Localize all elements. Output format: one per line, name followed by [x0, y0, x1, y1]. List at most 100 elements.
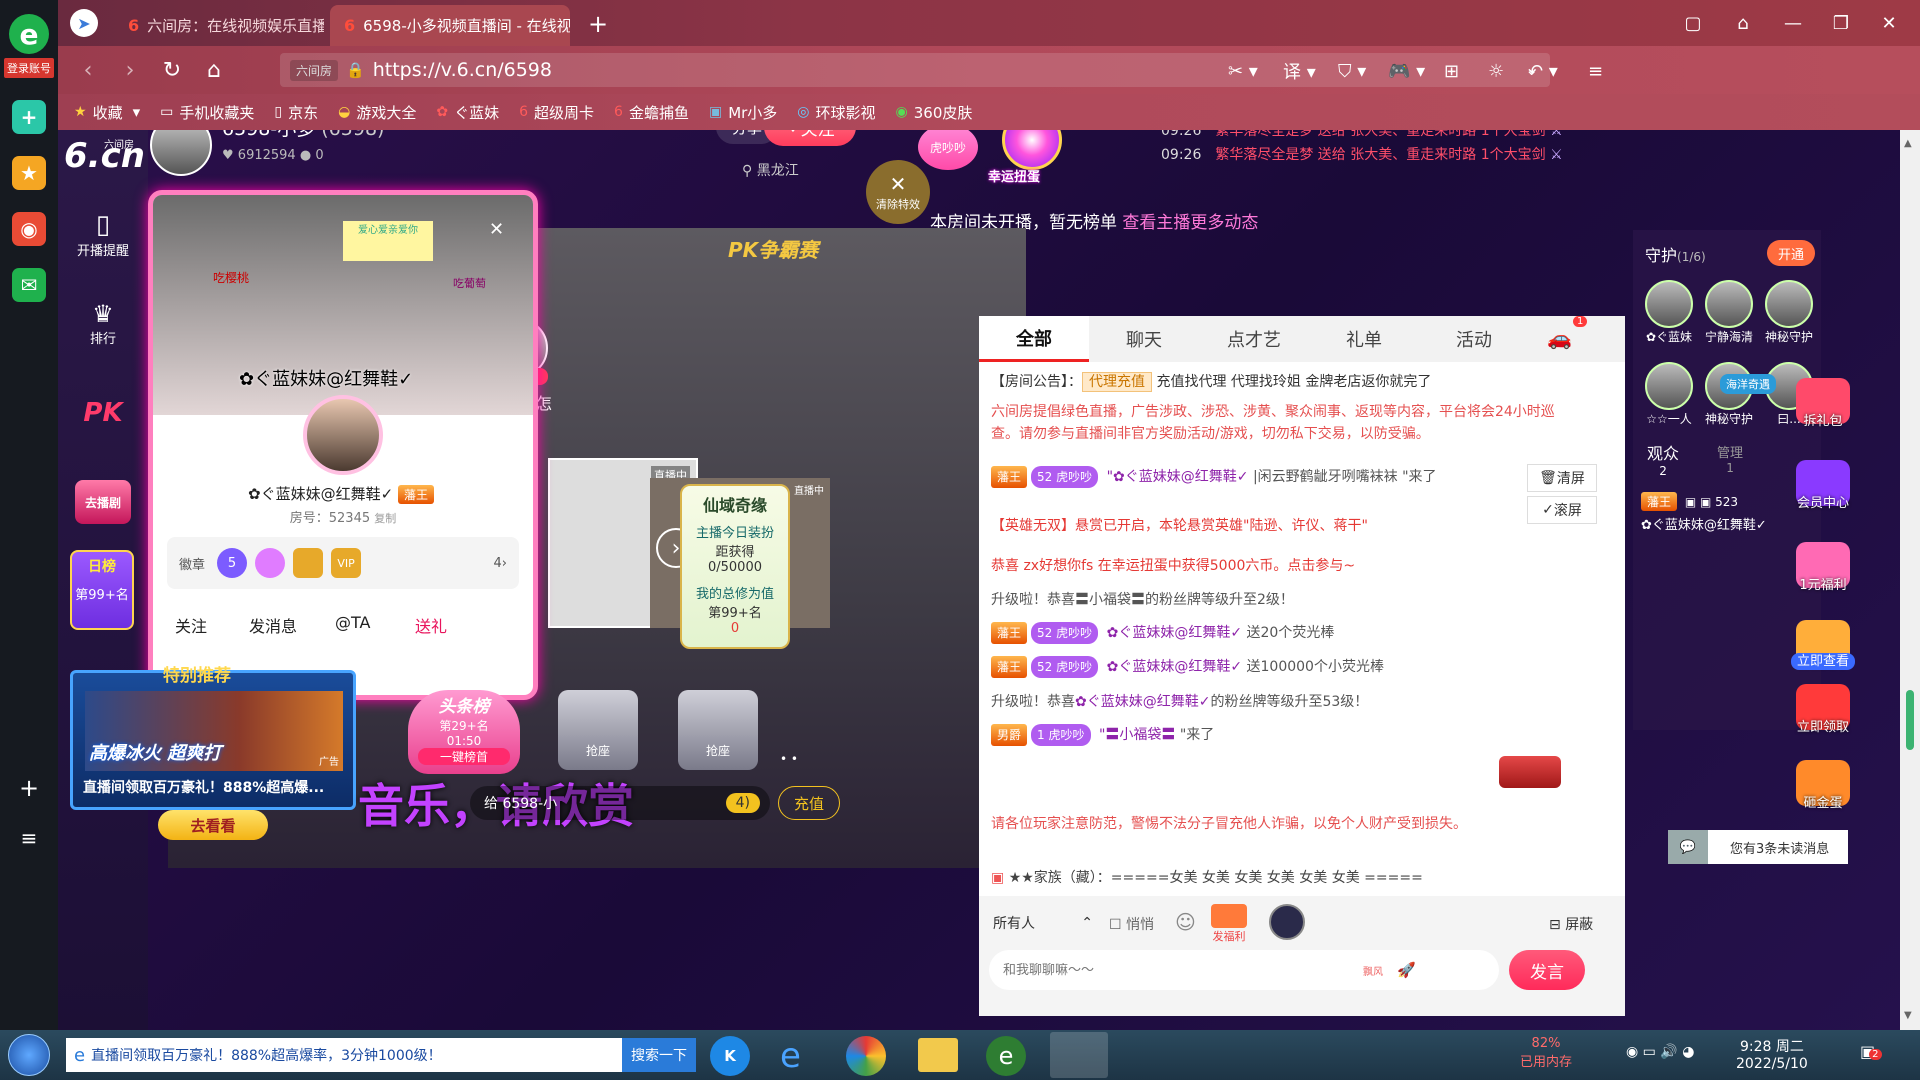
clear-effect-button[interactable]: ✕ 清除特效 [866, 160, 930, 224]
bookmark-item[interactable]: ◒ 游戏大全 [338, 102, 416, 123]
clock[interactable]: 9:28 周二 2022/5/10 [1736, 1036, 1808, 1072]
gift-target-bar[interactable]: 给 6598-小 4) [470, 786, 770, 820]
card-gift-button[interactable]: 送礼 [415, 613, 447, 637]
pk-button[interactable]: PK [58, 398, 148, 428]
forward-icon[interactable]: › [116, 56, 144, 84]
tab-liujianfang[interactable]: 6 六间房：在线视频娱乐直播平 [114, 5, 324, 46]
send-button[interactable]: 发言 [1509, 950, 1585, 990]
planet-icon[interactable] [1269, 904, 1305, 940]
tiger-badge[interactable]: 虎吵吵 [918, 130, 978, 170]
bookmark-item[interactable]: ★ 收藏 ▾ [74, 102, 140, 123]
right-badge-5[interactable]: 立即领取 [1783, 684, 1863, 735]
unread-bar[interactable]: 💬 您有3条未读消息 [1668, 830, 1848, 864]
new-tab-icon[interactable]: + [588, 10, 608, 38]
right-badge-1[interactable]: 会员中心 [1783, 460, 1863, 511]
mail-icon[interactable]: ✉ [12, 268, 46, 302]
recharge-button[interactable]: 充值 [778, 786, 840, 820]
k-app-icon[interactable]: K [710, 1036, 750, 1076]
bookmark-item[interactable]: ▯ 京东 [274, 102, 318, 123]
clear-screen-button[interactable]: 🗑 清屏 [1527, 464, 1597, 492]
start-button[interactable] [8, 1034, 50, 1076]
seat-1[interactable]: 抢座 [558, 690, 638, 770]
follow-button[interactable]: ♥ 关注 [764, 130, 856, 146]
back-icon[interactable]: ‹ [74, 56, 102, 84]
bookmark-item[interactable]: 6 金蟾捕鱼 [614, 102, 689, 123]
bookmark-item[interactable]: 6 超级周卡 [519, 102, 594, 123]
guard-member[interactable]: 神秘守护 [1759, 280, 1819, 345]
notification-icon[interactable]: ▣2 [1860, 1042, 1882, 1061]
folder-icon[interactable] [918, 1038, 958, 1072]
scroll-thumb[interactable] [1906, 690, 1914, 750]
rank-button[interactable]: ♛ 排行 [58, 300, 148, 347]
url-text[interactable]: https://v.6.cn/6598 [373, 59, 552, 81]
scroll-screen-button[interactable]: ✓ 滚屏 [1527, 496, 1597, 524]
badge-row[interactable]: 徽章 5 VIP 4 › [167, 537, 519, 589]
browser-logo-icon[interactable]: e [9, 14, 49, 54]
translate-icon[interactable]: 译 ▾ [1283, 58, 1316, 84]
ie-icon[interactable]: e [780, 1036, 801, 1076]
bookmark-item[interactable]: ✿ ぐ蓝妹 [436, 102, 499, 123]
undo-icon[interactable]: ↶ ▾ [1528, 58, 1558, 84]
lucky-egg-icon[interactable] [1002, 130, 1062, 170]
chat-tab-3[interactable]: 礼单 [1309, 316, 1419, 362]
promo-panel[interactable]: 特别推荐 高爆冰火 超爽打 广告 直播间领取百万豪礼！888%超高爆... [70, 666, 356, 810]
headline-badge[interactable]: 头条榜 第29+名 01:50 一键榜首 [408, 690, 520, 774]
target-select[interactable]: 所有人 ⌃ [993, 908, 1093, 938]
bookmark-item[interactable]: ◎ 环球影视 [797, 102, 875, 123]
chat-tab-0[interactable]: 全部 [979, 316, 1089, 362]
chat-text-field[interactable] [1003, 962, 1363, 978]
shirt-icon[interactable]: ⌂ [1728, 8, 1758, 38]
open-guard-button[interactable]: 开通 [1767, 240, 1815, 266]
car-icon[interactable]: 🚗 1 [1547, 316, 1597, 352]
guard-member[interactable]: ✿ぐ蓝妹 [1639, 280, 1699, 345]
go-see-button[interactable]: 去看看 [158, 810, 268, 840]
chat-tab-2[interactable]: 点才艺 [1199, 316, 1309, 362]
navigate-icon[interactable]: ➤ [70, 9, 98, 37]
block-button[interactable]: ⊟ 屏蔽 [1549, 914, 1593, 934]
card-message-button[interactable]: 发消息 [249, 613, 297, 637]
reload-icon[interactable]: ↻ [158, 56, 186, 84]
minimize-icon[interactable]: — [1778, 8, 1808, 38]
tab-6598[interactable]: 6 6598-小多视频直播间 - 在线视 ✕ [330, 5, 570, 46]
more-link[interactable]: 查看主播更多动态 [1122, 213, 1258, 233]
tray-icons[interactable]: ◉ ▭ 🔊 ◕ [1626, 1044, 1694, 1060]
home-icon[interactable]: ⌂ [200, 56, 228, 84]
brightness-icon[interactable]: ☼ [1488, 58, 1504, 84]
card-avatar[interactable] [303, 395, 383, 475]
cut-icon[interactable]: ✂ ▾ [1228, 58, 1258, 84]
360-browser-icon[interactable]: e [986, 1036, 1026, 1076]
rocket2-icon[interactable]: 🚀 [1397, 961, 1416, 979]
bookmark-item[interactable]: ◉ 360皮肤 [896, 102, 973, 123]
right-badge-4[interactable]: 立即查看 [1783, 650, 1863, 670]
drama-button[interactable]: 去播剧 [58, 480, 148, 524]
whisper-checkbox[interactable]: ☐ 悄悄 [1109, 914, 1154, 934]
tab-admins[interactable]: 管理 1 [1717, 442, 1743, 475]
chat-tab-1[interactable]: 聊天 [1089, 316, 1199, 362]
top-button[interactable]: 一键榜首 [418, 748, 510, 765]
active-app-icon[interactable] [1050, 1032, 1108, 1078]
restore-icon[interactable]: ❐ [1826, 8, 1856, 38]
plus-app-icon[interactable]: + [12, 100, 46, 134]
login-button[interactable]: 登录账号 [4, 58, 54, 78]
anchor-avatar[interactable] [150, 130, 212, 176]
star-app-icon[interactable]: ★ [12, 156, 46, 190]
close-window-icon[interactable]: ✕ [1874, 8, 1904, 38]
news-ticker[interactable]: e 直播间领取百万豪礼！888%超高爆率，3分钟1000级！ [66, 1038, 622, 1072]
page-scrollbar[interactable]: ▲ ▼ [1900, 130, 1920, 1030]
fuli-button[interactable]: 发福利 [1211, 904, 1247, 944]
right-badge-2[interactable]: 1元福利 [1783, 542, 1863, 593]
grid-icon[interactable]: ⊞ [1444, 58, 1459, 84]
right-badge-0[interactable]: 拆礼包 [1783, 378, 1863, 429]
guard-member[interactable]: 宁静海清 [1699, 280, 1759, 345]
bookmark-item[interactable]: ▣ Mr小多 [709, 102, 777, 123]
card-at-button[interactable]: @TA [335, 613, 370, 632]
game-icon[interactable]: 🎮 ▾ [1388, 58, 1425, 84]
shield-icon[interactable]: ⛉ ▾ [1338, 58, 1366, 84]
seat-2[interactable]: 抢座 [678, 690, 758, 770]
chrome-icon[interactable] [846, 1036, 886, 1076]
remind-button[interactable]: ▯ 开播提醒 [58, 210, 148, 259]
tab-count-icon[interactable]: ▢ [1678, 8, 1708, 38]
emoji-icon[interactable]: ☺ [1175, 910, 1196, 934]
guard-member[interactable]: 神秘守护 [1699, 362, 1759, 427]
copy-button[interactable]: 复制 [374, 512, 396, 525]
